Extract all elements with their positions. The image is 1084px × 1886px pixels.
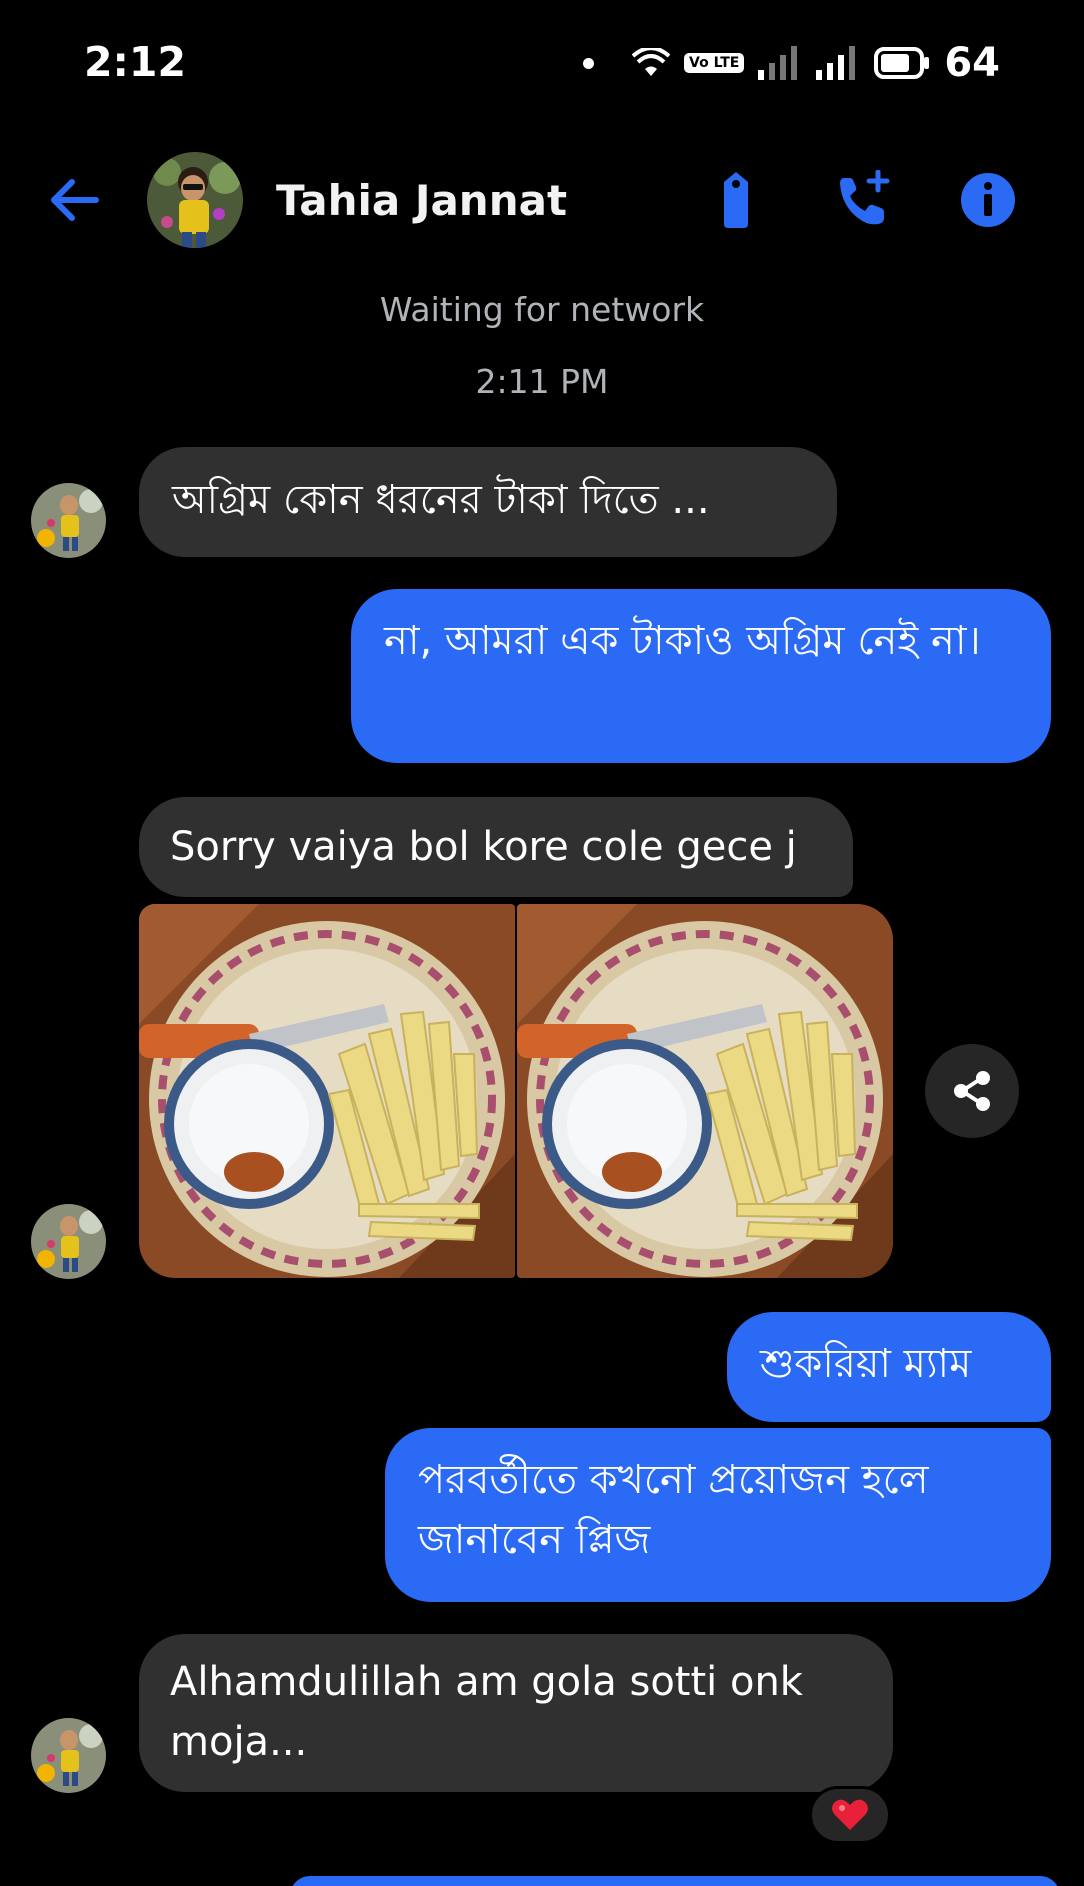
- sender-avatar[interactable]: [31, 483, 106, 558]
- contact-avatar[interactable]: [147, 152, 243, 248]
- sender-avatar[interactable]: [31, 1718, 106, 1793]
- mango-slices-photo: [139, 904, 515, 1278]
- message-text: অগ্রিম কোন ধরনের টাকা দিতে ...: [172, 477, 710, 523]
- profile-photo-icon: [31, 483, 106, 558]
- message-bubble-incoming[interactable]: অগ্রিম কোন ধরনের টাকা দিতে ...: [139, 447, 837, 557]
- share-button[interactable]: [925, 1044, 1019, 1138]
- message-text: Sorry vaiya bol kore cole gece j: [170, 824, 797, 870]
- status-time: 2:12: [84, 38, 186, 86]
- tag-icon[interactable]: [706, 170, 766, 230]
- notification-dot-icon: [583, 57, 595, 69]
- profile-photo-icon: [31, 1718, 106, 1793]
- message-bubble-outgoing[interactable]: শুকরিয়া ম্যাম: [727, 1312, 1051, 1422]
- back-arrow-icon[interactable]: [44, 172, 104, 228]
- network-status: Waiting for network: [379, 290, 705, 329]
- signal-1-icon: [758, 46, 798, 80]
- message-bubble-incoming[interactable]: Alhamdulillah am gola sotti onk moja...: [139, 1634, 893, 1792]
- battery-icon: [874, 47, 930, 79]
- battery-percent: 64: [944, 40, 1000, 86]
- contact-name[interactable]: Tahia Jannat: [276, 176, 567, 225]
- message-text: Alhamdulillah am gola sotti onk moja...: [170, 1659, 803, 1765]
- chat-screen: 2:12 Vo LTE 64 Tahia Jannat Waiting for …: [0, 0, 1084, 1886]
- status-bar: 2:12 Vo LTE 64: [0, 0, 1084, 130]
- profile-photo-icon: [31, 1204, 106, 1279]
- mango-slices-photo: [517, 904, 893, 1278]
- sender-avatar[interactable]: [31, 1204, 106, 1279]
- message-bubble-outgoing[interactable]: পরবর্তীতে কখনো প্রয়োজন হলে জানাবেন প্লি…: [385, 1428, 1051, 1602]
- message-text: পরবর্তীতে কখনো প্রয়োজন হলে জানাবেন প্লি…: [418, 1457, 929, 1563]
- signal-2-icon: [816, 46, 856, 80]
- message-text: না, আমরা এক টাকাও অগ্রিম নেই না।: [384, 618, 981, 664]
- message-bubble-incoming[interactable]: Sorry vaiya bol kore cole gece j: [139, 797, 853, 897]
- chat-header: Tahia Jannat: [0, 150, 1084, 250]
- wifi-icon: [632, 48, 671, 76]
- heart-icon: [832, 1799, 868, 1830]
- volte-badge: Vo LTE: [684, 53, 745, 73]
- info-icon[interactable]: [958, 170, 1018, 230]
- message-bubble-outgoing-partial[interactable]: [290, 1876, 1060, 1886]
- message-bubble-outgoing[interactable]: না, আমরা এক টাকাও অগ্রিম নেই না।: [351, 589, 1051, 763]
- message-text: শুকরিয়া ম্যাম: [760, 1341, 972, 1387]
- add-call-icon[interactable]: [832, 170, 892, 230]
- message-photo[interactable]: [139, 904, 515, 1278]
- profile-photo-icon: [147, 152, 243, 248]
- message-reaction[interactable]: [809, 1786, 891, 1844]
- status-icons: Vo LTE 64: [583, 40, 1000, 86]
- share-icon: [954, 1071, 990, 1111]
- chat-timestamp: 2:11 PM: [475, 362, 609, 401]
- message-photo[interactable]: [517, 904, 893, 1278]
